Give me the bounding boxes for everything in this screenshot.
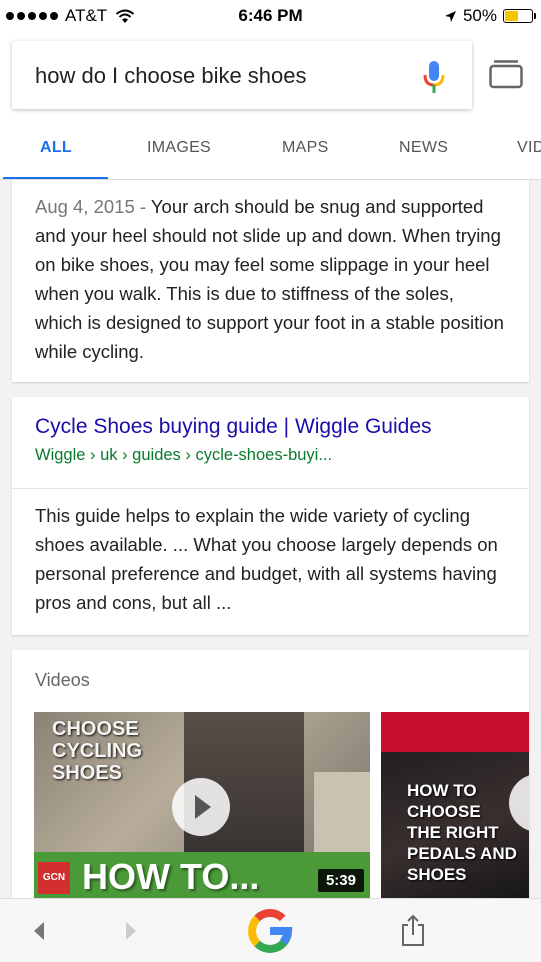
video-duration: 5:39 xyxy=(317,869,364,892)
snippet-date: Aug 4, 2015 xyxy=(35,196,135,217)
location-arrow-icon xyxy=(444,10,456,22)
featured-snippet-card: Aug 4, 2015 - Your arch should be snug a… xyxy=(12,180,529,382)
result-url[interactable]: Wiggle › uk › guides › cycle-shoes-buyi.… xyxy=(35,444,509,466)
videos-card: Videos CHOOSE CYCLING SHOES GCN HOW TO..… xyxy=(12,650,529,910)
video-thumbnail-2[interactable]: HOW TO CHOOSE THE RIGHT PEDALS AND SHOES xyxy=(381,712,529,902)
result-header[interactable]: Cycle Shoes buying guide | Wiggle Guides… xyxy=(12,397,529,488)
play-icon[interactable] xyxy=(172,778,230,836)
tab-news[interactable]: NEWS xyxy=(399,139,448,157)
gcn-badge: GCN xyxy=(38,862,70,894)
video-1-overlay-howto: HOW TO... xyxy=(82,856,260,897)
battery-percent: 50% xyxy=(462,6,497,25)
tab-all[interactable]: ALL xyxy=(40,139,72,157)
video-background-shape xyxy=(314,772,370,852)
share-icon[interactable] xyxy=(400,913,426,947)
videos-heading: Videos xyxy=(35,670,90,690)
search-input[interactable]: how do I choose bike shoes xyxy=(12,41,472,109)
tab-videos[interactable]: VID xyxy=(517,139,541,157)
tab-images[interactable]: IMAGES xyxy=(147,139,211,157)
result-title-link[interactable]: Cycle Shoes buying guide | Wiggle Guides xyxy=(35,413,509,441)
snippet-body: Your arch should be snug and supported a… xyxy=(35,196,504,362)
video-thumbnail-1[interactable]: CHOOSE CYCLING SHOES GCN HOW TO... 5:39 xyxy=(34,712,370,902)
search-tabs: ALL IMAGES MAPS NEWS VID xyxy=(0,127,541,180)
search-result-card: Cycle Shoes buying guide | Wiggle Guides… xyxy=(12,397,529,635)
search-query[interactable]: how do I choose bike shoes xyxy=(35,63,307,89)
status-right: 50% xyxy=(444,6,536,26)
tab-maps[interactable]: MAPS xyxy=(282,139,329,157)
bottom-toolbar xyxy=(0,898,541,962)
snippet-text: Aug 4, 2015 - Your arch should be snug a… xyxy=(35,192,505,366)
video-2-overlay-title: HOW TO CHOOSE THE RIGHT PEDALS AND SHOES xyxy=(407,781,517,884)
tabs-switcher-icon[interactable] xyxy=(489,59,523,89)
video-1-overlay-title: CHOOSE CYCLING SHOES xyxy=(52,718,142,784)
snippet-separator: - xyxy=(134,196,151,217)
google-logo[interactable] xyxy=(247,908,293,954)
back-icon[interactable] xyxy=(32,921,46,941)
search-header: how do I choose bike shoes ALL IMAGES MA… xyxy=(0,32,541,180)
battery-icon xyxy=(503,9,536,23)
video-2-top-strip xyxy=(381,712,529,752)
battery-fill xyxy=(505,11,518,21)
result-description: This guide helps to explain the wide var… xyxy=(35,505,498,613)
status-bar: AT&T 6:46 PM 50% xyxy=(0,0,541,32)
forward-icon[interactable] xyxy=(124,921,138,941)
mic-icon[interactable] xyxy=(422,59,446,95)
